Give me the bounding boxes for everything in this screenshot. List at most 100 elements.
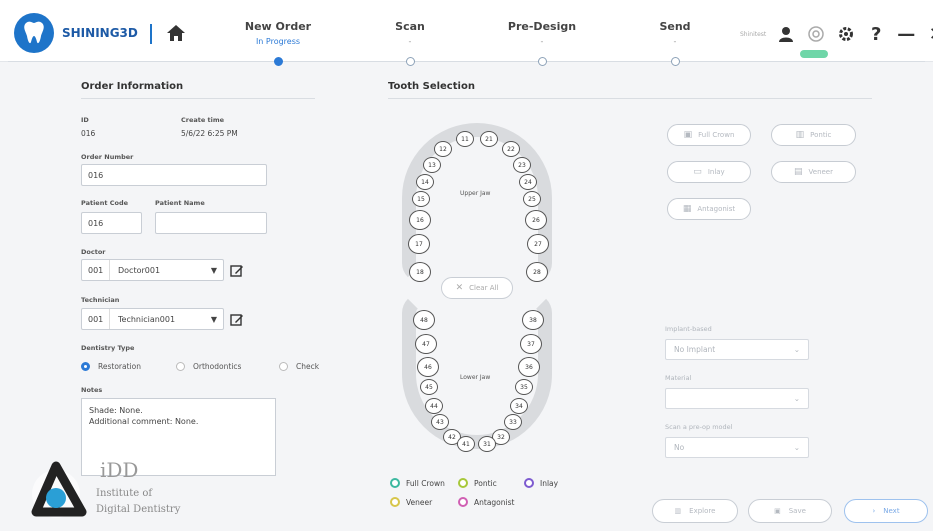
tooth-41[interactable]: 41 <box>457 436 475 452</box>
step-title: New Order <box>244 20 312 33</box>
step-new-order[interactable]: New Order In Progress <box>218 20 338 47</box>
save-button[interactable]: ▣ Save <box>748 499 832 523</box>
notes-label: Notes <box>81 386 103 394</box>
tooth-14[interactable]: 14 <box>416 174 434 190</box>
inlay-button[interactable]: ▭ Inlay <box>667 161 751 183</box>
edit-technician-icon[interactable] <box>230 312 244 326</box>
tooth-31[interactable]: 31 <box>478 436 496 452</box>
legend-label: Antagonist <box>474 497 515 507</box>
tooth-13[interactable]: 13 <box>423 157 441 173</box>
brand-name: SHINING3D <box>62 26 138 40</box>
legend-full-crown: Full Crown <box>390 478 445 488</box>
tooth-36[interactable]: 36 <box>518 357 540 377</box>
material-select[interactable]: ⌄ <box>665 388 809 409</box>
home-icon[interactable] <box>165 23 187 43</box>
button-label: Antagonist <box>697 205 736 213</box>
doctor-name: Doctor001 <box>118 265 161 275</box>
gear-icon[interactable] <box>836 24 856 44</box>
clear-all-label: Clear All <box>469 284 499 292</box>
tooth-22[interactable]: 22 <box>502 141 520 157</box>
pre-op-model-value: No <box>674 443 685 452</box>
patient-code-field[interactable]: 016 <box>81 212 142 234</box>
step-send[interactable]: Send - <box>615 20 735 47</box>
chevron-down-icon: ⌄ <box>793 443 800 452</box>
legend-antagonist: Antagonist <box>458 497 514 507</box>
tooth-15[interactable]: 15 <box>412 191 430 207</box>
tooth-48[interactable]: 48 <box>413 310 435 330</box>
tooth-18[interactable]: 18 <box>409 262 431 282</box>
doctor-select[interactable]: 001 Doctor001 ▼ <box>81 259 224 281</box>
button-label: Explore <box>689 507 716 515</box>
tooth-38[interactable]: 38 <box>522 310 544 330</box>
tooth-26[interactable]: 26 <box>525 210 547 230</box>
tooth-12[interactable]: 12 <box>434 141 452 157</box>
order-number-field[interactable]: 016 <box>81 164 267 186</box>
tooth-25[interactable]: 25 <box>523 191 541 207</box>
step-title: Pre-Design <box>507 20 577 33</box>
id-label: ID <box>81 116 89 124</box>
chevron-right-icon: › <box>872 507 876 515</box>
tooth-24[interactable]: 24 <box>519 174 537 190</box>
user-icon[interactable] <box>776 24 796 44</box>
antagonist-button[interactable]: ▦ Antagonist <box>667 198 751 220</box>
device-icon[interactable] <box>806 24 826 44</box>
legend-label: Full Crown <box>406 478 445 488</box>
button-label: Inlay <box>707 168 725 176</box>
id-value: 016 <box>81 129 96 138</box>
pre-op-model-label: Scan a pre-op model <box>665 423 733 431</box>
close-icon[interactable]: ✕ <box>926 24 933 45</box>
tooth-47[interactable]: 47 <box>415 334 437 354</box>
technician-select[interactable]: 001 Technician001 ▼ <box>81 308 224 330</box>
tooth-23[interactable]: 23 <box>513 157 531 173</box>
veneer-button[interactable]: ▤ Veneer <box>771 161 856 183</box>
tooth-28[interactable]: 28 <box>526 262 548 282</box>
radio-selected-icon <box>81 362 90 371</box>
full-crown-button[interactable]: ▣ Full Crown <box>667 124 751 146</box>
help-icon[interactable]: ? <box>866 24 886 45</box>
tooth-21[interactable]: 21 <box>480 131 498 147</box>
pre-op-model-select[interactable]: No ⌄ <box>665 437 809 458</box>
implant-select[interactable]: No Implant ⌄ <box>665 339 809 360</box>
watermark-logo-icon <box>31 461 87 518</box>
edit-doctor-icon[interactable] <box>230 263 244 277</box>
step-scan[interactable]: Scan - <box>350 20 470 47</box>
radio-label: Restoration <box>98 362 141 371</box>
tooth-34[interactable]: 34 <box>510 398 528 414</box>
doctor-label: Doctor <box>81 248 106 256</box>
technician-label: Technician <box>81 296 120 304</box>
tooth-11[interactable]: 11 <box>456 131 474 147</box>
explore-button[interactable]: ▥ Explore <box>652 499 738 523</box>
close-icon: ✕ <box>455 283 464 293</box>
clear-all-button[interactable]: ✕ Clear All <box>441 277 513 299</box>
legend-inlay: Inlay <box>524 478 558 488</box>
tooth-37[interactable]: 37 <box>520 334 542 354</box>
save-icon: ▣ <box>774 507 781 515</box>
tooth-43[interactable]: 43 <box>431 414 449 430</box>
radio-restoration[interactable]: Restoration <box>81 362 141 371</box>
lower-jaw-label: Lower Jaw <box>460 374 491 381</box>
explore-icon: ▥ <box>674 507 682 515</box>
button-label: Save <box>788 507 806 515</box>
patient-name-field[interactable] <box>155 212 267 234</box>
upper-jaw-label: Upper Jaw <box>460 190 491 197</box>
tooth-16[interactable]: 16 <box>409 210 431 230</box>
radio-orthodontics[interactable]: Orthodontics <box>176 362 241 371</box>
tooth-44[interactable]: 44 <box>425 398 443 414</box>
tooth-17[interactable]: 17 <box>408 234 430 254</box>
step-pre-design[interactable]: Pre-Design - <box>482 20 602 47</box>
radio-check[interactable]: Check <box>279 362 319 371</box>
tooth-46[interactable]: 46 <box>417 357 439 377</box>
tooth-27[interactable]: 27 <box>527 234 549 254</box>
tooth-45[interactable]: 45 <box>420 379 438 395</box>
minimize-icon[interactable]: — <box>896 24 916 45</box>
legend-veneer: Veneer <box>390 497 432 507</box>
material-label: Material <box>665 374 692 382</box>
progress-dot <box>538 57 547 66</box>
pontic-button[interactable]: ▥ Pontic <box>771 124 856 146</box>
next-button[interactable]: › Next <box>844 499 928 523</box>
note-line: Shade: None. <box>89 406 143 415</box>
chevron-down-icon: ▼ <box>210 265 218 275</box>
step-status: - <box>540 37 544 46</box>
tooth-35[interactable]: 35 <box>515 379 533 395</box>
tooth-33[interactable]: 33 <box>504 414 522 430</box>
